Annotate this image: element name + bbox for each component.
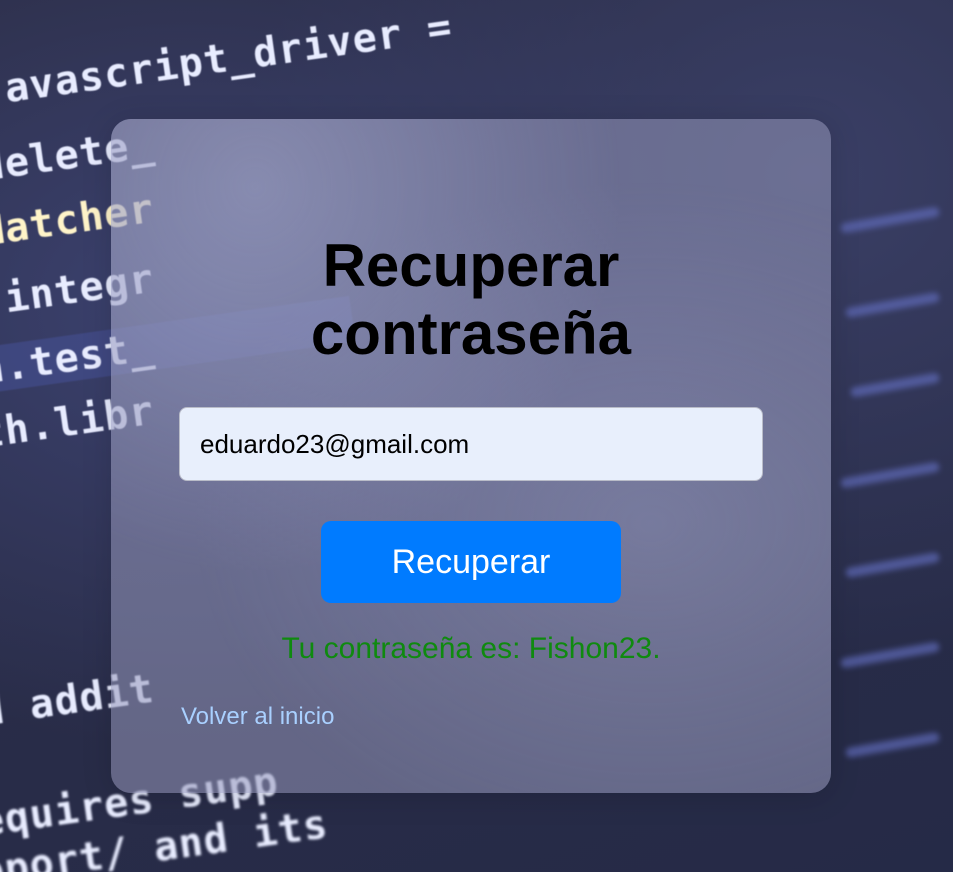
page-title-line-1: Recuperar xyxy=(322,232,620,299)
page-title-line-2: contraseña xyxy=(310,300,632,367)
email-input[interactable] xyxy=(179,407,763,481)
password-result-message: Tu contraseña es: Fishon23. xyxy=(281,632,661,665)
background-decoration: javascript_driver = xyxy=(0,3,456,116)
background-decoration xyxy=(844,731,941,759)
background-decoration xyxy=(844,291,941,319)
background-decoration xyxy=(844,551,941,579)
background-decoration xyxy=(839,641,941,669)
page-title: Recuperar contraseña xyxy=(111,232,831,368)
background-decoration xyxy=(849,372,941,398)
recover-button[interactable]: Recuperar xyxy=(321,521,621,603)
background-decoration xyxy=(839,461,941,489)
background-decoration xyxy=(839,206,941,234)
back-to-home-link[interactable]: Volver al inicio xyxy=(181,703,334,731)
recovery-card: Recuperar contraseña Recuperar Tu contra… xyxy=(111,119,831,793)
